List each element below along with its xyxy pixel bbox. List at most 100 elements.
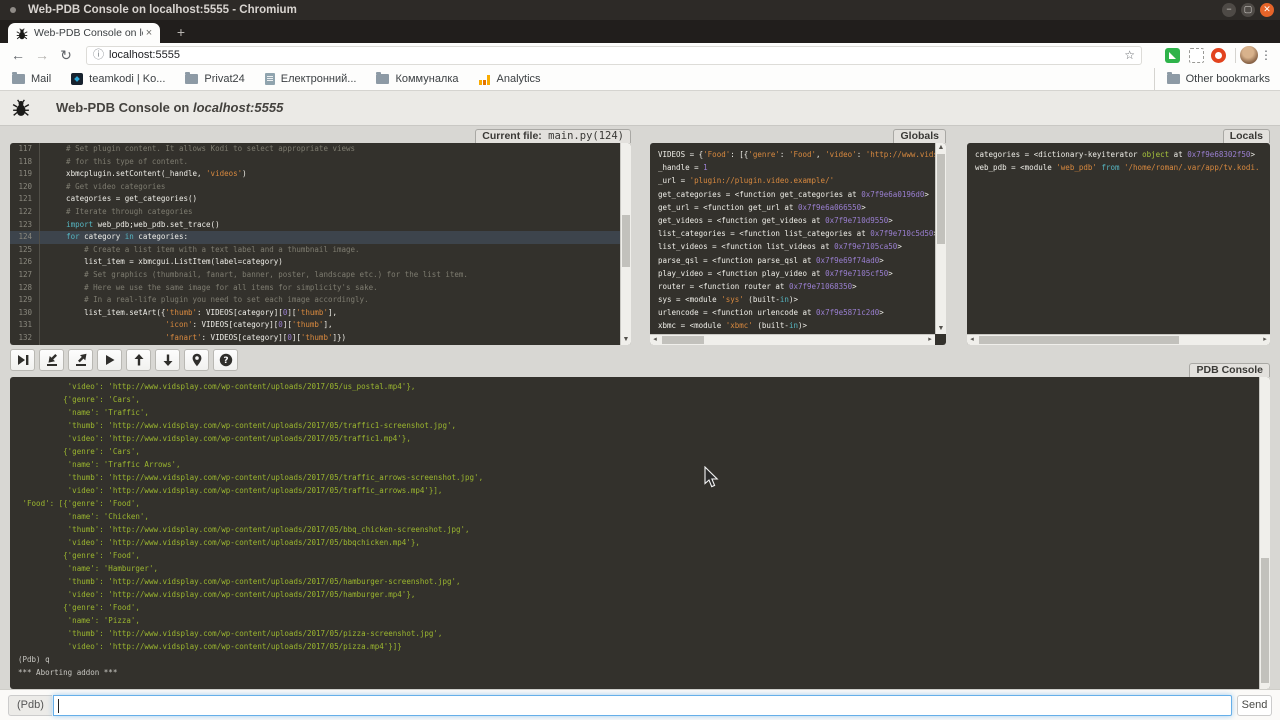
extension-dashed-icon[interactable] bbox=[1189, 48, 1204, 63]
code-line: 123 import web_pdb;web_pdb.set_trace() bbox=[10, 219, 620, 232]
locals-lines: categories = <dictionary-keyiterator obj… bbox=[967, 143, 1259, 334]
tab-strip: Web-PDB Console on loca × + bbox=[0, 20, 1280, 43]
scroll-up-icon[interactable]: ▲ bbox=[936, 143, 946, 153]
minimize-button[interactable]: − bbox=[1222, 3, 1236, 17]
variable-line: parse_qsl = <function parse_qsl at 0x7f9… bbox=[658, 254, 931, 267]
tab-close-icon[interactable]: × bbox=[143, 27, 155, 39]
locals-horizontal-scrollbar[interactable]: ◂ ▸ bbox=[967, 334, 1270, 345]
scrollbar-thumb[interactable] bbox=[622, 215, 630, 267]
code-vertical-scrollbar[interactable]: ▼ bbox=[620, 143, 631, 345]
maximize-button[interactable]: ▢ bbox=[1241, 3, 1255, 17]
variable-line: get_videos = <function get_videos at 0x7… bbox=[658, 214, 931, 227]
send-button[interactable]: Send bbox=[1237, 695, 1272, 716]
globals-horizontal-scrollbar[interactable]: ◂ ▸ bbox=[650, 334, 935, 345]
url-field[interactable]: ⓘ localhost:5555 ☆ bbox=[86, 46, 1142, 65]
browser-tab[interactable]: Web-PDB Console on loca × bbox=[8, 23, 160, 43]
console-output-line: 'thumb': 'http://www.vidsplay.com/wp-con… bbox=[18, 419, 1259, 432]
code-line: 132 'fanart': VIDEOS[category][0]['thumb… bbox=[10, 332, 620, 345]
scroll-right-icon[interactable]: ▸ bbox=[1260, 335, 1270, 345]
scroll-down-icon[interactable]: ▼ bbox=[621, 335, 631, 345]
console-output-line: {'genre': 'Cars', bbox=[18, 445, 1259, 458]
next-icon bbox=[16, 353, 30, 367]
code-line: 130 list_item.setArt({'thumb': VIDEOS[ca… bbox=[10, 307, 620, 320]
return-button[interactable] bbox=[68, 349, 93, 371]
scroll-left-icon[interactable]: ◂ bbox=[967, 335, 977, 345]
next-button[interactable] bbox=[10, 349, 35, 371]
variable-line: play_video = <function play_video at 0x7… bbox=[658, 267, 931, 280]
bookmark-label: Privat24 bbox=[204, 73, 244, 85]
scroll-left-icon[interactable]: ◂ bbox=[650, 335, 660, 345]
other-bookmarks-button[interactable]: Other bookmarks bbox=[1154, 68, 1270, 90]
forward-icon[interactable]: → bbox=[32, 43, 52, 68]
console-output-line: 'thumb': 'http://www.vidsplay.com/wp-con… bbox=[18, 627, 1259, 640]
console-output-line: 'name': 'Hamburger', bbox=[18, 562, 1259, 575]
bookmark-item[interactable]: Mail bbox=[12, 73, 51, 85]
scrollbar-thumb[interactable] bbox=[937, 154, 945, 244]
current-file-panel[interactable]: 117 # Set plugin content. It allows Kodi… bbox=[10, 143, 631, 345]
globals-vertical-scrollbar[interactable]: ▲ ▼ bbox=[935, 143, 946, 334]
profile-avatar[interactable] bbox=[1240, 46, 1258, 64]
bookmark-star-icon[interactable]: ☆ bbox=[1124, 47, 1135, 64]
pdb-command-input[interactable] bbox=[53, 695, 1232, 716]
browser-menu-icon[interactable]: ⋮ bbox=[1260, 43, 1272, 68]
folder-icon bbox=[12, 74, 25, 84]
window-title: Web-PDB Console on localhost:5555 - Chro… bbox=[28, 0, 297, 20]
page-header: Web-PDB Console on localhost:5555 bbox=[0, 91, 1280, 126]
mouse-cursor bbox=[704, 466, 719, 494]
close-button[interactable]: ✕ bbox=[1260, 3, 1274, 17]
bookmark-item[interactable]: Електронний... bbox=[265, 73, 357, 85]
new-tab-button[interactable]: + bbox=[172, 24, 190, 40]
bookmark-item[interactable]: Analytics bbox=[479, 73, 541, 85]
console-output-line: 'thumb': 'http://www.vidsplay.com/wp-con… bbox=[18, 523, 1259, 536]
svg-text:?: ? bbox=[223, 356, 228, 366]
current-file-label: Current file: main.py(124) bbox=[475, 129, 631, 143]
variable-line: VIDEOS = {'Food': [{'genre': 'Food', 'vi… bbox=[658, 148, 931, 161]
scroll-right-icon[interactable]: ▸ bbox=[925, 335, 935, 345]
step-button[interactable] bbox=[39, 349, 64, 371]
browser-toolbar: ← → ↻ ⓘ localhost:5555 ☆ ⋮ bbox=[0, 43, 1280, 68]
return-icon bbox=[74, 353, 88, 367]
scrollbar-thumb[interactable] bbox=[1261, 558, 1269, 683]
text-caret bbox=[58, 699, 59, 713]
bookmark-item[interactable]: Коммуналка bbox=[376, 73, 458, 85]
locals-label: Locals bbox=[1223, 129, 1270, 143]
folder-icon bbox=[376, 74, 389, 84]
code-line: 120 # Get video categories bbox=[10, 181, 620, 194]
console-lines: 'video': 'http://www.vidsplay.com/wp-con… bbox=[10, 380, 1259, 679]
window-controls: − ▢ ✕ bbox=[1222, 3, 1274, 17]
console-vertical-scrollbar[interactable] bbox=[1259, 377, 1270, 689]
variable-line: web_pdb = <module 'web_pdb' from '/home/… bbox=[975, 161, 1255, 174]
globals-panel[interactable]: VIDEOS = {'Food': [{'genre': 'Food', 'vi… bbox=[650, 143, 946, 345]
help-button[interactable]: ? bbox=[213, 349, 238, 371]
toolbar-divider bbox=[1235, 48, 1236, 63]
code-line: 129 # In a real-life plugin you need to … bbox=[10, 294, 620, 307]
back-icon[interactable]: ← bbox=[8, 43, 28, 68]
code-line: 117 # Set plugin content. It allows Kodi… bbox=[10, 143, 620, 156]
extension-red-icon[interactable] bbox=[1211, 48, 1226, 63]
continue-button[interactable] bbox=[97, 349, 122, 371]
variable-line: _url = 'plugin://plugin.video.example/' bbox=[658, 174, 931, 187]
reload-icon[interactable]: ↻ bbox=[56, 43, 76, 68]
window-app-icon bbox=[10, 7, 16, 13]
code-line: 121 categories = get_categories() bbox=[10, 193, 620, 206]
scroll-down-icon[interactable]: ▼ bbox=[936, 324, 946, 334]
pdb-console-label: PDB Console bbox=[1189, 363, 1270, 377]
scrollbar-thumb[interactable] bbox=[979, 336, 1179, 344]
bookmark-label: Analytics bbox=[497, 73, 541, 85]
up-button[interactable] bbox=[126, 349, 151, 371]
bookmark-item[interactable]: teamkodi | Ko... bbox=[71, 73, 165, 85]
down-button[interactable] bbox=[155, 349, 180, 371]
page-info-icon[interactable]: ⓘ bbox=[93, 47, 104, 64]
extension-green-icon[interactable] bbox=[1165, 48, 1180, 63]
bookmark-label: teamkodi | Ko... bbox=[89, 73, 165, 85]
pdb-console-panel[interactable]: 'video': 'http://www.vidsplay.com/wp-con… bbox=[10, 377, 1270, 689]
bookmark-item[interactable]: Privat24 bbox=[185, 73, 244, 85]
up-icon bbox=[132, 353, 146, 367]
scrollbar-thumb[interactable] bbox=[662, 336, 704, 344]
where-button[interactable] bbox=[184, 349, 209, 371]
console-output-line: {'genre': 'Food', bbox=[18, 601, 1259, 614]
locals-panel[interactable]: categories = <dictionary-keyiterator obj… bbox=[967, 143, 1270, 345]
console-output-line: 'video': 'http://www.vidsplay.com/wp-con… bbox=[18, 484, 1259, 497]
console-output-line: 'video': 'http://www.vidsplay.com/wp-con… bbox=[18, 588, 1259, 601]
console-output-line: 'name': 'Chicken', bbox=[18, 510, 1259, 523]
